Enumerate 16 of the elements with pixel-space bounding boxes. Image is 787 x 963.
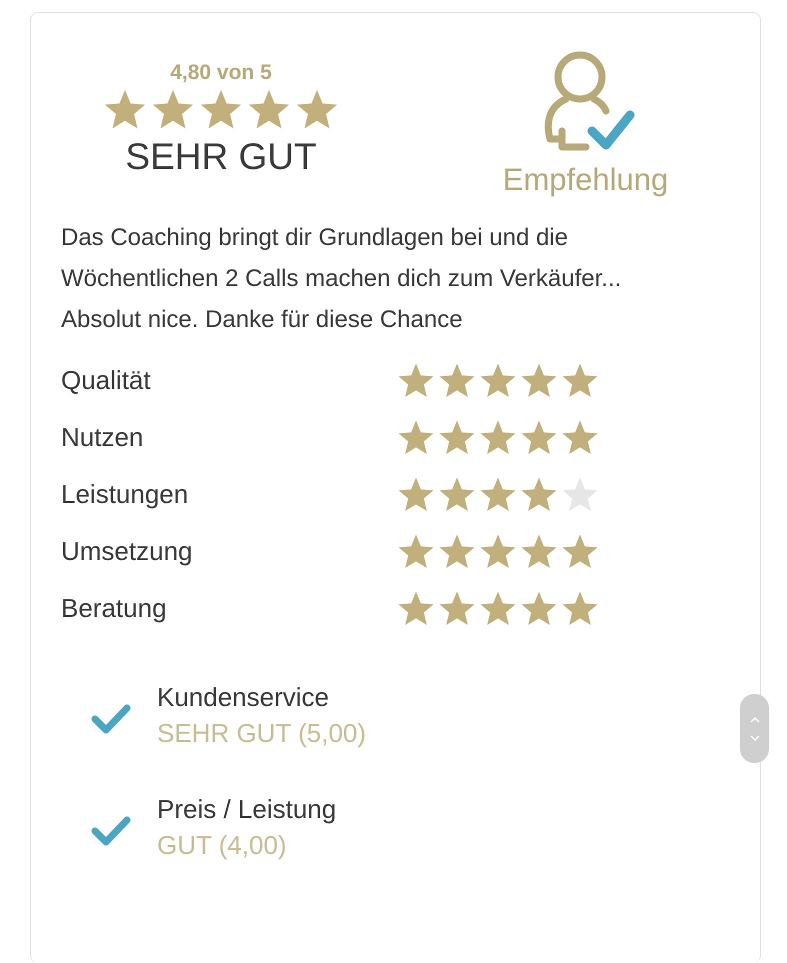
criterion-label: Beratung (61, 592, 168, 625)
chevron-down-icon (750, 734, 760, 740)
aspect-label: Preis / Leistung (157, 793, 336, 826)
recommendation-label: Empfehlung (502, 161, 668, 199)
aspect-rating: GUT (4,00) (157, 829, 288, 862)
aspect-label: Kundenservice (157, 681, 330, 714)
criterion-label: Umsetzung (61, 535, 194, 568)
criterion-label: Leistungen (61, 478, 190, 511)
score-text: 4,80 von 5 (170, 61, 272, 85)
chevron-up-icon (750, 716, 760, 722)
criterion-label: Qualität (61, 364, 152, 397)
criterion-label: Nutzen (61, 421, 144, 454)
scroll-handle[interactable] (740, 694, 769, 763)
review-text: Das Coaching bringt dir Grundlagen bei und die Wöchentlichen 2 Calls machen dich zum Verkäufer... Absolut nice. Danke für diese Chance (61, 223, 622, 335)
verdict-text: SEHR GUT (125, 135, 317, 179)
aspect-rating: SEHR GUT (5,00) (157, 717, 366, 750)
